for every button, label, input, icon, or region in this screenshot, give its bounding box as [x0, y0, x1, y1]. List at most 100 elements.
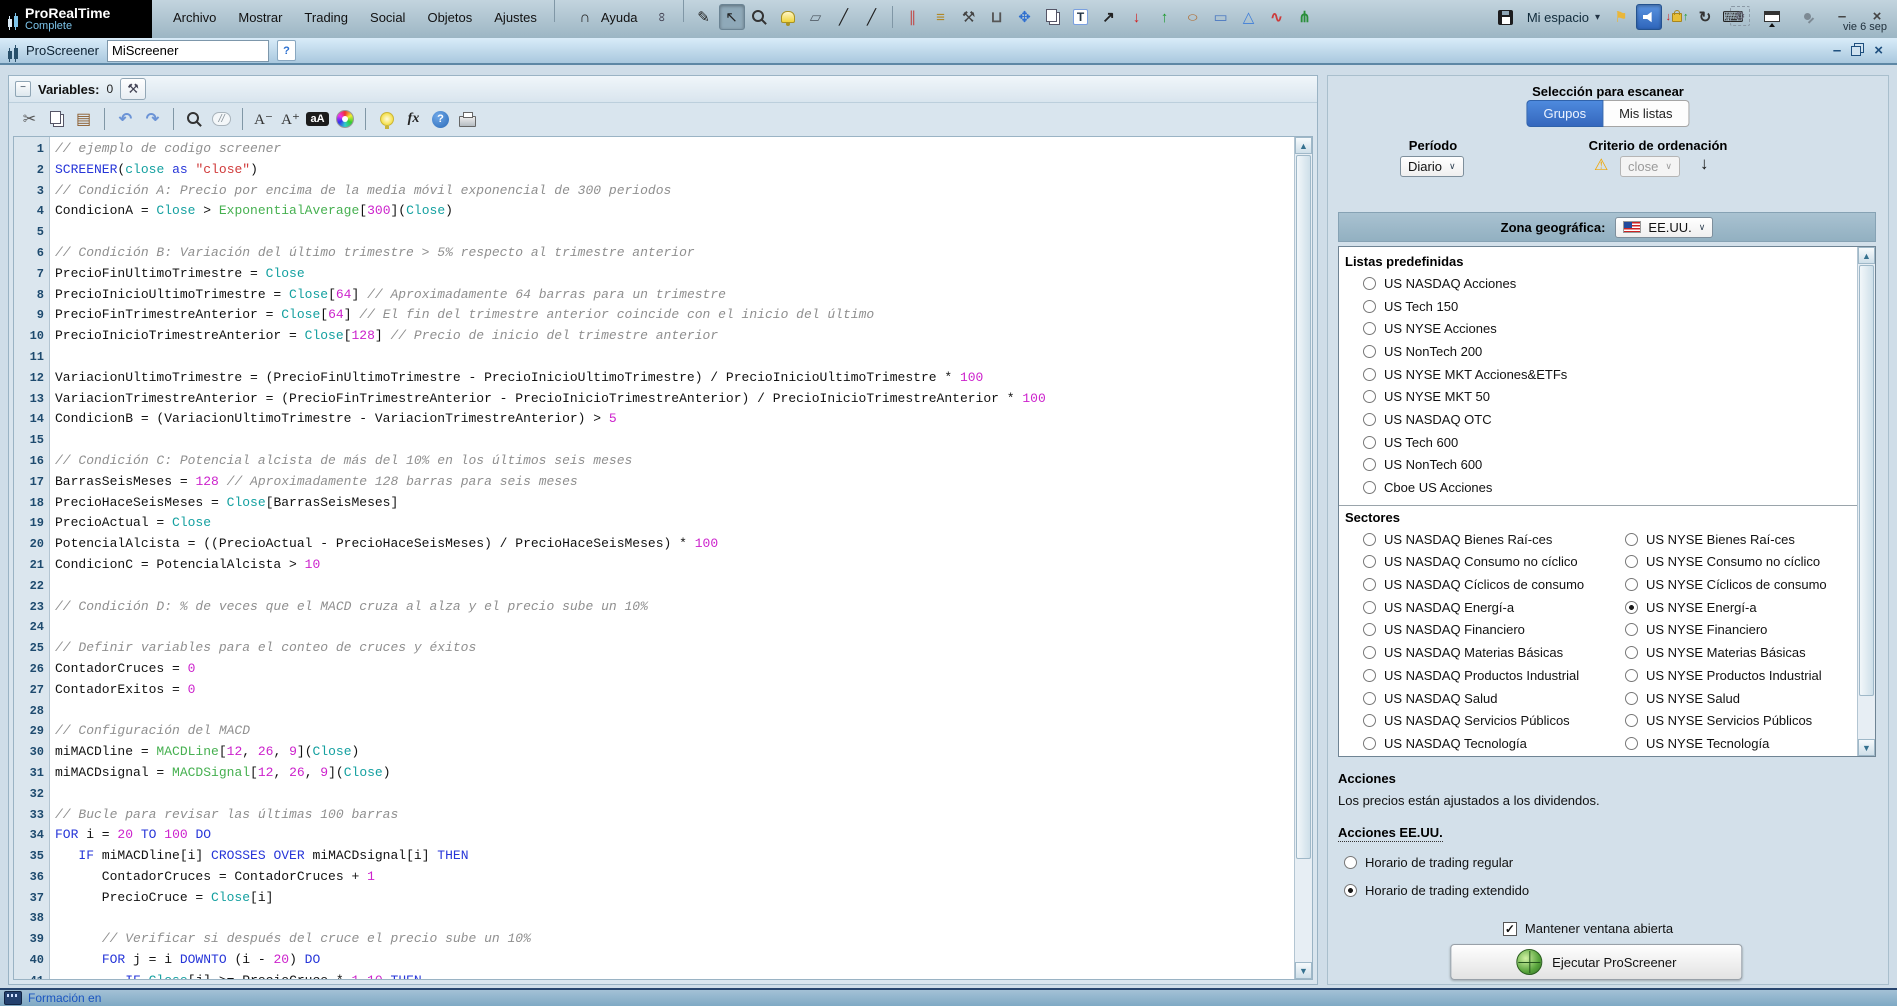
triangle-icon[interactable]: △	[1236, 4, 1262, 30]
ellipse-icon[interactable]: ○	[1180, 4, 1206, 30]
sound-icon[interactable]	[1636, 4, 1662, 30]
draw-icon[interactable]: ✎	[691, 4, 717, 30]
redo-icon[interactable]: ↷	[140, 107, 165, 132]
zoom-icon[interactable]	[747, 4, 773, 30]
scroll-up-button[interactable]: ▲	[1858, 247, 1875, 264]
comment-icon[interactable]: //	[209, 107, 234, 132]
radio-button[interactable]	[1363, 413, 1376, 426]
font-increase-icon[interactable]: A⁺	[278, 107, 303, 132]
radio-option[interactable]: US NYSE Bienes Raí-ces	[1601, 528, 1858, 551]
radio-option[interactable]: US NYSE Materias Básicas	[1601, 641, 1858, 664]
print-icon[interactable]	[455, 107, 480, 132]
radio-button[interactable]	[1363, 322, 1376, 335]
radio-button[interactable]	[1344, 884, 1357, 897]
suggestions-icon[interactable]	[374, 107, 399, 132]
menu-item-social[interactable]: Social	[359, 10, 416, 25]
screener-name-input[interactable]	[107, 40, 269, 62]
segment-icon[interactable]: ╱	[831, 4, 857, 30]
radio-option[interactable]: US NonTech 200	[1339, 340, 1858, 363]
radio-option[interactable]: US NASDAQ Acciones	[1339, 272, 1858, 295]
trend-arrow-icon[interactable]: ↗	[1096, 4, 1122, 30]
radio-option[interactable]: US NYSE Consumo no cíclico	[1601, 551, 1858, 574]
sort-direction-icon[interactable]: ↓	[1700, 154, 1709, 174]
radio-button[interactable]	[1363, 714, 1376, 727]
radio-option[interactable]: Horario de trading extendido	[1332, 876, 1848, 904]
radio-option[interactable]: US NASDAQ Productos Industrial	[1339, 664, 1601, 687]
radio-option[interactable]: US NYSE Productos Industrial	[1601, 664, 1858, 687]
training-link[interactable]: Formación en	[28, 991, 101, 1005]
radio-option[interactable]: Cboe US Acciones	[1339, 476, 1858, 499]
alerts-icon[interactable]	[775, 4, 801, 30]
radio-option[interactable]: US NYSE Acciones	[1339, 317, 1858, 340]
channel-icon[interactable]: ∥	[900, 4, 926, 30]
pin-icon[interactable]	[1794, 3, 1820, 29]
radio-button[interactable]	[1363, 277, 1376, 290]
radio-option[interactable]: US NonTech 600	[1339, 454, 1858, 477]
radio-button[interactable]	[1363, 533, 1376, 546]
radio-button[interactable]	[1363, 368, 1376, 381]
radio-button[interactable]	[1344, 856, 1357, 869]
radio-option[interactable]: US NYSE Energí-a	[1601, 596, 1858, 619]
radio-button[interactable]	[1363, 300, 1376, 313]
radio-button[interactable]	[1625, 623, 1638, 636]
duplicate-icon[interactable]	[1040, 4, 1066, 30]
radio-button[interactable]	[1363, 481, 1376, 494]
menu-item-ajustes[interactable]: Ajustes	[483, 10, 548, 25]
radio-button[interactable]	[1625, 555, 1638, 568]
radio-button[interactable]	[1625, 646, 1638, 659]
paste-icon[interactable]: ▤	[71, 107, 96, 132]
workspace-selector[interactable]: Mi espacio▾	[1521, 4, 1606, 30]
radio-button[interactable]	[1625, 692, 1638, 705]
radio-button[interactable]	[1625, 714, 1638, 727]
undo-icon[interactable]: ↶	[113, 107, 138, 132]
radio-option[interactable]: US Tech 150	[1339, 295, 1858, 318]
menu-item-trading[interactable]: Trading	[293, 10, 359, 25]
radio-button[interactable]	[1363, 555, 1376, 568]
radio-button[interactable]	[1363, 669, 1376, 682]
code-area[interactable]: // ejemplo de codigo screenerSCREENER(cl…	[50, 137, 1294, 979]
cut-icon[interactable]: ✂	[17, 107, 42, 132]
window-close-button[interactable]: ×	[1874, 43, 1883, 58]
rectangle-icon[interactable]: ▭	[1208, 4, 1234, 30]
radio-button[interactable]	[1363, 601, 1376, 614]
radio-option[interactable]: US NASDAQ Cíclicos de consumo	[1339, 573, 1601, 596]
radio-button[interactable]	[1625, 601, 1638, 614]
radio-option[interactable]: US NYSE Financiero	[1601, 619, 1858, 642]
radio-option[interactable]: US NYSE MKT Acciones&ETFs	[1339, 363, 1858, 386]
radio-button[interactable]	[1625, 669, 1638, 682]
copy-icon[interactable]	[44, 107, 69, 132]
radio-button[interactable]	[1363, 458, 1376, 471]
sort-select[interactable]: close ∨	[1620, 156, 1680, 177]
radio-option[interactable]: US NYSE Tecnología	[1601, 732, 1858, 755]
radio-button[interactable]	[1625, 578, 1638, 591]
trash-icon[interactable]: ⊔	[984, 4, 1010, 30]
colors-icon[interactable]	[332, 107, 357, 132]
font-icon[interactable]: aA	[305, 107, 330, 132]
radio-option[interactable]: US NYSE MKT 50	[1339, 385, 1858, 408]
zone-select[interactable]: EE.UU. ∨	[1615, 217, 1713, 238]
search-icon[interactable]	[182, 107, 207, 132]
radio-option[interactable]: US NASDAQ Consumo no cíclico	[1339, 551, 1601, 574]
arrow-up-icon[interactable]: ↑	[1152, 4, 1178, 30]
radio-button[interactable]	[1363, 623, 1376, 636]
radio-option[interactable]: US NASDAQ Salud	[1339, 687, 1601, 710]
radio-option[interactable]: US NYSE Cíclicos de consumo	[1601, 573, 1858, 596]
radio-button[interactable]	[1625, 533, 1638, 546]
zigzag-icon[interactable]: ∿	[1264, 4, 1290, 30]
scrollbar-thumb[interactable]	[1296, 155, 1311, 859]
radio-option[interactable]: US NASDAQ Servicios Públicos	[1339, 709, 1601, 732]
font-decrease-icon[interactable]: A⁻	[251, 107, 276, 132]
collapse-panel-icon[interactable]	[1759, 3, 1785, 29]
sync-icon[interactable]: ↻	[1692, 4, 1718, 30]
ruler-icon[interactable]: ▱	[803, 4, 829, 30]
menu-item-ayuda[interactable]: Ayuda	[599, 10, 649, 25]
functions-icon[interactable]: fx	[401, 107, 426, 132]
radio-option[interactable]: US Tech 600	[1339, 431, 1858, 454]
menu-item-mostrar[interactable]: Mostrar	[227, 10, 293, 25]
keep-window-checkbox[interactable]: ✓	[1503, 922, 1517, 936]
editor-scrollbar[interactable]: ▲ ▼	[1294, 137, 1312, 979]
line-icon[interactable]: ╱	[859, 4, 885, 30]
tools-icon[interactable]: ⚒	[956, 4, 982, 30]
variables-settings-icon[interactable]: ⚒	[120, 78, 146, 100]
scroll-up-button[interactable]: ▲	[1295, 137, 1312, 154]
